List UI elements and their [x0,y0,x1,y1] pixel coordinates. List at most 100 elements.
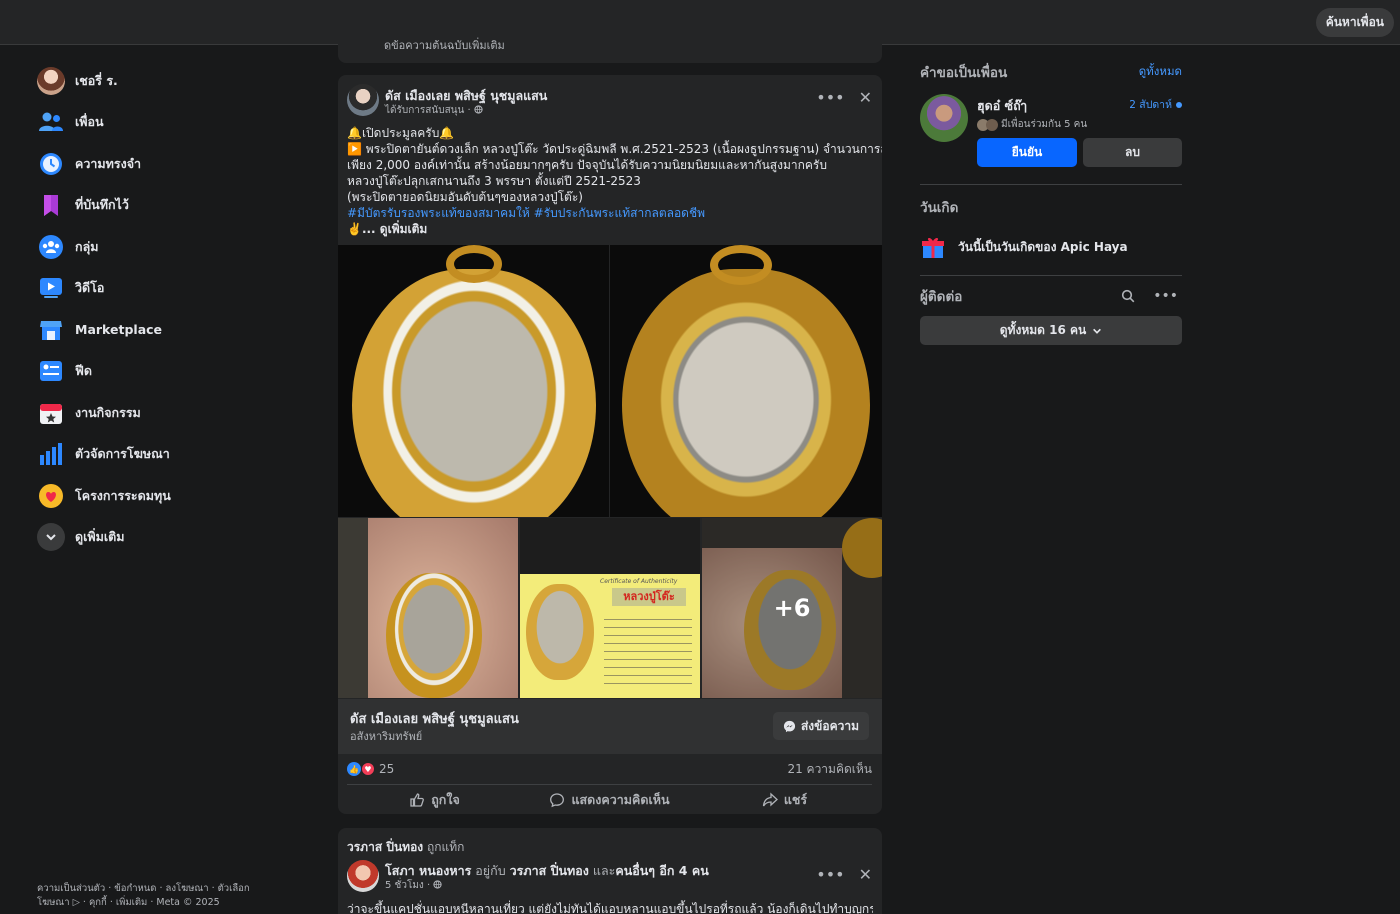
post-author[interactable]: โสภา หนองหาร [385,863,471,878]
close-icon[interactable]: ✕ [859,88,872,107]
sidebar-item-video[interactable]: วิดีโอ [30,268,300,310]
post-text-line: หลวงปู่โต๊ะปลุกเสกนานถึง 3 พรรษา ตั้งแต่… [347,174,641,188]
with-user[interactable]: วรภาส ปิ่นทอง [510,863,589,878]
sidebar-item-marketplace[interactable]: Marketplace [30,309,300,351]
post-text-line: เพียง 2,000 องค์เท่านั้น สร้างน้อยมากๆคร… [347,158,827,172]
birthday-item[interactable]: วันนี้เป็นวันเกิดของ Apic Haya [920,234,1182,260]
with-text: อยู่กับ [471,863,510,878]
others-link[interactable]: คนอื่นๆ อีก 4 คน [615,863,708,878]
amulet-photo-back[interactable] [610,245,882,517]
see-all-requests-link[interactable]: ดูทั้งหมด [1139,63,1182,81]
sidebar-item-profile[interactable]: เชอรี่ ร. [30,60,300,102]
friends-icon [39,112,63,132]
avatar[interactable] [347,860,379,892]
amulet-photo-more[interactable]: +6 [702,518,882,698]
comment-icon [550,792,565,807]
video-icon [40,278,62,299]
footer-line[interactable]: โฆษณา ▷ · คุกกี้ · เพิ่มเติม · Meta © 20… [37,896,287,910]
reactions-bar: 👍 ♥ 25 21 ความคิดเห็น [347,759,872,779]
tagged-suffix: ถูกแท็ก [423,840,465,854]
more-options-icon[interactable]: ••• [816,88,844,107]
see-all-contacts-button[interactable]: ดูทั้งหมด 16 คน [920,316,1182,345]
more-options-icon[interactable]: ••• [816,865,844,884]
sidebar-item-see-more[interactable]: ดูเพิ่มเติม [30,517,300,559]
share-button[interactable]: แชร์ [697,785,872,814]
divider [920,184,1182,185]
post-time[interactable]: 5 ชั่วโมง · [385,880,430,891]
avatar[interactable] [347,84,379,116]
amulet-photo-front[interactable] [338,245,609,517]
sidebar-item-label: ความทรงจำ [75,155,142,171]
hashtags[interactable]: #มีบัตรรับรองพระแท้ของสมาคมให้ #รับประกั… [347,205,873,221]
post-header: ดัส เมืองเลย พสิษฐ์ นุชมูลแสน ได้รับการส… [347,84,872,118]
thumbs-up-icon [410,792,425,807]
like-button[interactable]: ถูกใจ [347,785,522,814]
delete-button[interactable]: ลบ [1083,138,1182,167]
see-all-contacts-label: ดูทั้งหมด 16 คน [999,323,1087,337]
search-icon[interactable] [1121,289,1135,303]
request-time-label: 2 สัปดาห์ [1129,99,1172,111]
sidebar-item-saved[interactable]: ที่บันทึกไว้ [30,185,300,227]
post-body: ว่าจะขึ้นแคปชั่นแอบหนีหลานเที่ยว แต่ยังไ… [347,902,873,914]
sidebar-item-friends[interactable]: เพื่อน [30,102,300,144]
mutual-friends[interactable]: มีเพื่อนร่วมกัน 5 คน [977,117,1087,132]
see-more-link[interactable]: ✌️... ดูเพิ่มเติม [347,221,873,237]
post-body: 🔔เปิดประมูลครับ🔔 ▶️ พระปิดตายันต์ดวงเล็ก… [347,125,882,237]
sidebar-item-label: งานกิจกรรม [75,404,141,420]
post-meta: ได้รับการสนับสนุน · [385,103,483,118]
sidebar-item-label: ตัวจัดการโฆษณา [75,446,170,462]
and-text: และ [588,863,616,878]
sidebar-item-fundraisers[interactable]: โครงการระดมทุน [30,475,300,517]
sidebar-item-groups[interactable]: กลุ่ม [30,226,300,268]
advertiser-name[interactable]: ดัส เมืองเลย พสิษฐ์ นุชมูลแสน [350,708,519,729]
avatar [37,66,65,95]
request-name[interactable]: ฮุดอ๋ ซ์ถ๊ๅ [977,96,1027,116]
footer-line[interactable]: ความเป็นส่วนตัว · ข้อกำหนด · ลงโฆษณา · ต… [37,882,287,896]
send-message-button[interactable]: ส่งข้อความ [772,712,869,740]
chevron-down-icon [1093,328,1102,334]
unread-dot-icon [1176,101,1182,108]
request-time: 2 สัปดาห์ [1129,96,1182,113]
comment-button[interactable]: แสดงความคิดเห็น [522,785,697,814]
birthday-text: วันนี้เป็นวันเกิดของ Apic Haya [958,239,1128,254]
feed-icon [40,361,62,382]
certificate-header: Certificate of Authenticity [600,578,678,585]
post-text-line: (พระปิดตายอดนิยมอันดับต้นๆของหลวงปู่โต๊ะ… [347,190,583,204]
groups-icon [39,234,63,259]
globe-icon [433,880,442,889]
tagged-line: วรภาส ปิ่นทอง ถูกแท็ก [347,838,464,857]
advertiser-category: อสังหาริมทรัพย์ [350,730,423,743]
sidebar-item-memories[interactable]: ความทรงจำ [30,143,300,185]
sponsored-label[interactable]: ได้รับการสนับสนุน · [385,105,471,116]
certificate-photo[interactable]: Certificate of Authenticity หลวงปู่โต๊ะ [520,518,700,698]
section-title: วันเกิด [920,200,959,216]
post-text-line: ▶️ พระปิดตายันต์ดวงเล็ก หลวงปู่โต๊ะ วัดป… [347,142,882,156]
share-label: แชร์ [783,791,808,807]
reaction-summary[interactable]: 👍 ♥ 25 [347,762,394,776]
more-options-icon[interactable]: ••• [1153,289,1178,303]
sidebar-item-feed[interactable]: ฟีด [30,351,300,393]
certificate-title: หลวงปู่โต๊ะ [612,588,686,606]
mutual-avatar [986,118,998,131]
close-icon[interactable]: ✕ [859,865,872,884]
tagged-user[interactable]: วรภาส ปิ่นทอง [347,840,423,854]
amulet-photo-hand[interactable] [338,518,518,698]
post-action-row: ถูกใจ แสดงความคิดเห็น แชร์ [347,784,872,814]
sponsored-post: ดัส เมืองเลย พสิษฐ์ นุชมูลแสน ได้รับการส… [338,75,882,814]
footer-links[interactable]: ความเป็นส่วนตัว · ข้อกำหนด · ลงโฆษณา · ต… [37,882,287,910]
love-reaction-icon: ♥ [361,762,375,776]
comment-count[interactable]: 21 ความคิดเห็น [787,760,872,779]
clock-icon [40,152,62,175]
avatar[interactable] [920,94,968,142]
see-original-link[interactable]: ดูข้อความต้นฉบับเพิ่มเติม [384,36,505,50]
globe-icon [474,105,483,114]
confirm-button[interactable]: ยืนยัน [977,138,1077,167]
like-label: ถูกใจ [431,791,460,807]
sidebar-item-ads-manager[interactable]: ตัวจัดการโฆษณา [30,434,300,476]
sidebar-item-events[interactable]: งานกิจกรรม [30,392,300,434]
calendar-icon [40,403,62,424]
messenger-icon [783,720,796,732]
find-friends-button[interactable]: ค้นหาเพื่อน [1315,8,1394,37]
more-photos-overlay[interactable]: +6 [702,518,882,698]
right-sidebar: คำขอเป็นเพื่อน ดูทั้งหมด ฮุดอ๋ ซ์ถ๊ๅ 2 ส… [920,60,1182,345]
